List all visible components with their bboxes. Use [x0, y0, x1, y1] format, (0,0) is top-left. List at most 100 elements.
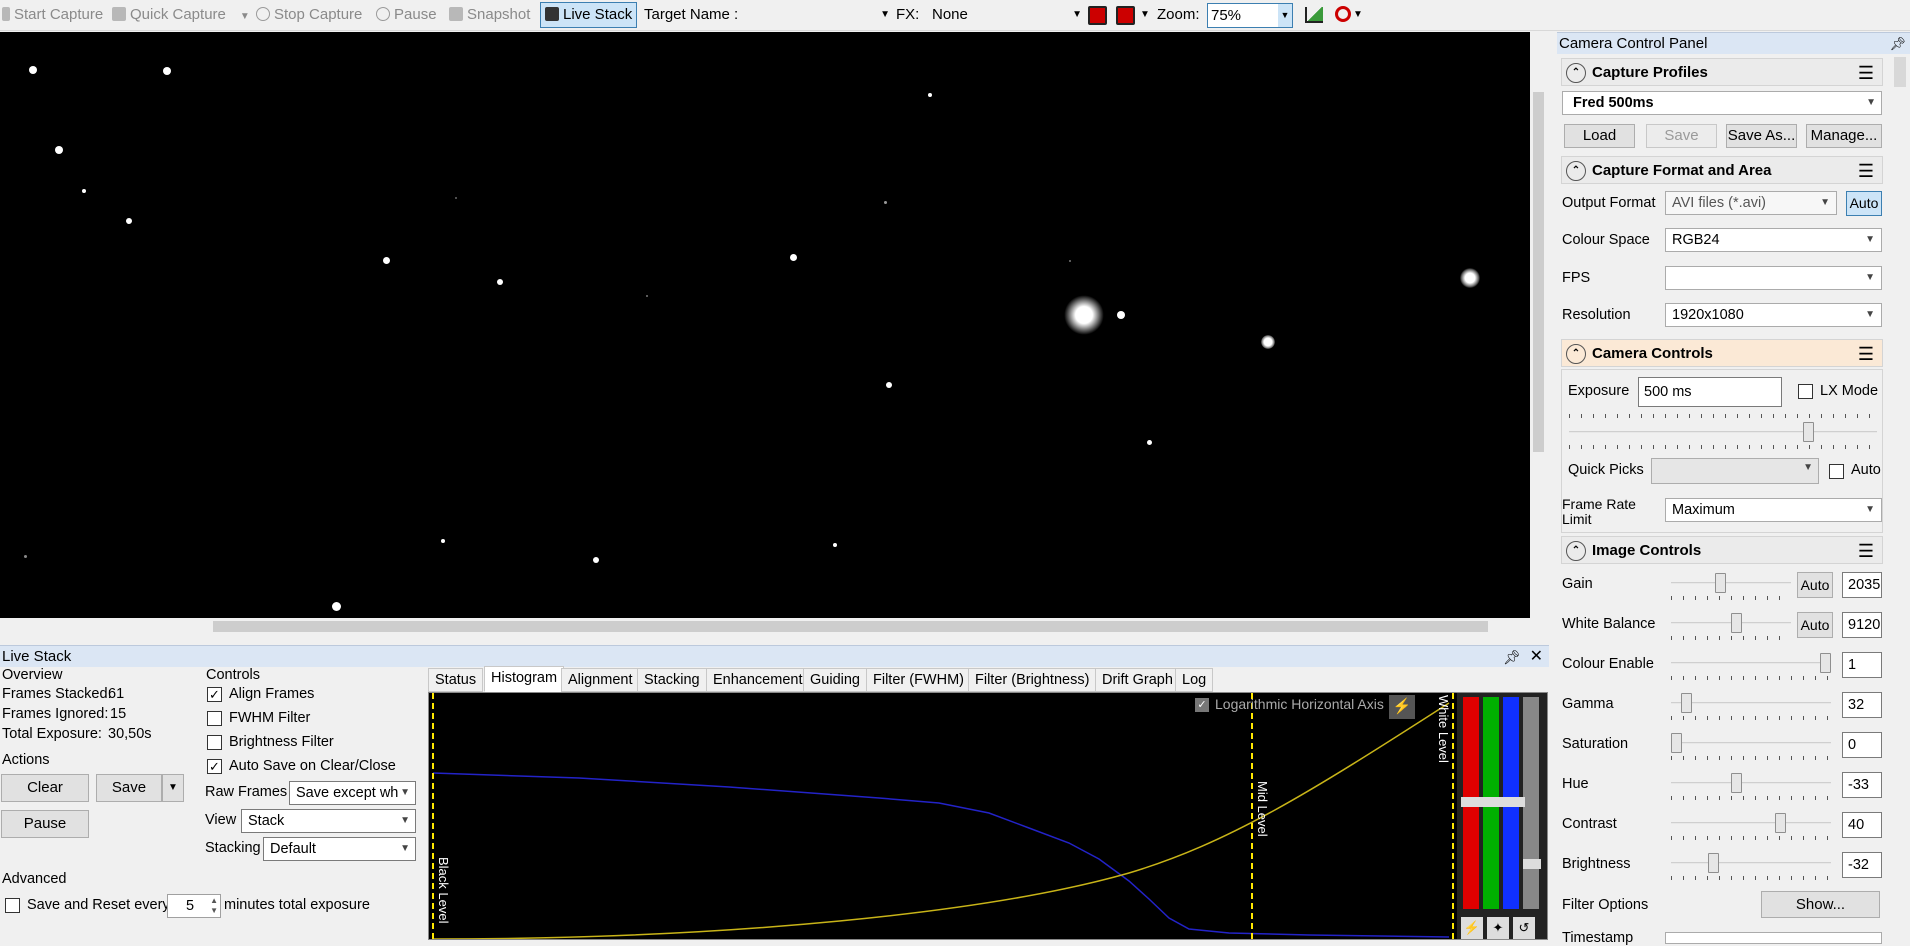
gamma-slider-thumb[interactable] — [1681, 693, 1693, 713]
collapse-icon[interactable]: ⌃ — [1566, 344, 1586, 364]
image-controls-header[interactable]: ⌃ Image Controls ☰ — [1561, 536, 1883, 564]
gamma-value[interactable]: 32 — [1842, 692, 1882, 718]
tab-histogram[interactable]: Histogram — [484, 666, 565, 692]
brightness-filter-checkbox[interactable] — [207, 735, 222, 750]
saturation-value[interactable]: 0 — [1842, 732, 1882, 758]
auto-stretch-icon[interactable]: ⚡ — [1389, 695, 1415, 719]
collapse-icon[interactable]: ⌃ — [1566, 541, 1586, 561]
frame-rate-limit-combo[interactable]: Maximum ▼ — [1665, 498, 1882, 522]
auto-save-checkbox[interactable]: ✓ — [207, 759, 222, 774]
align-frames-checkbox[interactable]: ✓ — [207, 687, 222, 702]
filter-options-show-button[interactable]: Show... — [1761, 891, 1880, 918]
scrollbar-thumb[interactable] — [213, 621, 1488, 632]
exposure-slider[interactable] — [1569, 431, 1877, 433]
start-capture-button[interactable]: Start Capture — [2, 4, 103, 26]
gamma-slider[interactable] — [1671, 702, 1831, 704]
collapse-icon[interactable]: ⌃ — [1566, 161, 1586, 181]
brightness-slider[interactable] — [1671, 862, 1831, 864]
gain-auto-button[interactable]: Auto — [1797, 572, 1833, 598]
raw-frames-combo[interactable]: Save except wh ▼ — [289, 781, 416, 805]
hue-slider[interactable] — [1671, 782, 1831, 784]
capture-format-header[interactable]: ⌃ Capture Format and Area ☰ — [1561, 156, 1883, 184]
stacking-combo[interactable]: Default ▼ — [263, 837, 416, 861]
close-icon[interactable]: ✕ — [1530, 646, 1543, 668]
tab-status[interactable]: Status — [428, 668, 484, 692]
tab-stacking[interactable]: Stacking — [637, 668, 707, 692]
white-balance-slider-thumb[interactable] — [1730, 613, 1742, 633]
image-preview[interactable] — [0, 32, 1530, 618]
colour-enable-slider-thumb[interactable] — [1820, 653, 1831, 673]
fx-combo[interactable]: None ▼ — [932, 4, 1082, 26]
slider-thumb[interactable] — [1461, 797, 1525, 807]
collapse-icon[interactable]: ⌃ — [1566, 63, 1586, 83]
snapshot-button[interactable]: Snapshot — [449, 4, 530, 26]
resolution-combo[interactable]: 1920x1080 ▼ — [1665, 303, 1882, 327]
chevron-down-icon[interactable]: ▼ — [1353, 4, 1363, 26]
exposure-slider-thumb[interactable] — [1803, 422, 1814, 442]
reticle-icon[interactable] — [1088, 6, 1107, 25]
menu-icon[interactable]: ☰ — [1858, 157, 1874, 185]
tab-filter-fwhm[interactable]: Filter (FWHM) — [866, 668, 972, 692]
tab-filter-brightness[interactable]: Filter (Brightness) — [968, 668, 1097, 692]
tab-enhancement[interactable]: Enhancement — [706, 668, 810, 692]
crosshair-icon[interactable] — [1116, 6, 1135, 25]
histogram-icon[interactable] — [1305, 7, 1323, 23]
exposure-input[interactable]: 500 ms — [1638, 377, 1782, 407]
colour-enable-slider[interactable] — [1671, 662, 1831, 664]
pause-stack-button[interactable]: Pause — [1, 810, 89, 838]
menu-icon[interactable]: ☰ — [1858, 340, 1874, 368]
panel-scrollbar[interactable] — [1890, 55, 1910, 944]
save-profile-button[interactable]: Save — [1646, 124, 1717, 148]
saturation-slider[interactable] — [1671, 742, 1831, 744]
zoom-combo[interactable]: 75% ▼ — [1207, 3, 1293, 28]
white-balance-value[interactable]: 9120 — [1842, 612, 1882, 638]
contrast-slider[interactable] — [1671, 822, 1831, 824]
menu-icon[interactable]: ☰ — [1858, 59, 1874, 87]
hue-slider-thumb[interactable] — [1730, 773, 1742, 793]
chevron-down-icon[interactable]: ▼ — [1140, 4, 1150, 26]
timestamp-combo[interactable] — [1665, 932, 1882, 944]
zoom-tool-icon[interactable] — [1335, 6, 1351, 22]
lx-mode-checkbox[interactable] — [1798, 384, 1813, 399]
pause-button[interactable]: Pause — [376, 4, 437, 26]
save-as-profile-button[interactable]: Save As... — [1726, 124, 1797, 148]
white-balance-auto-button[interactable]: Auto — [1797, 612, 1833, 638]
reset-icon[interactable]: ↺ — [1513, 917, 1535, 939]
tab-drift-graph[interactable]: Drift Graph — [1095, 668, 1180, 692]
lightning-icon[interactable]: ⚡ — [1461, 917, 1483, 939]
capture-profiles-header[interactable]: ⌃ Capture Profiles ☰ — [1561, 58, 1883, 86]
save-dropdown-button[interactable]: ▼ — [162, 774, 184, 802]
camera-controls-header[interactable]: ⌃ Camera Controls ☰ — [1561, 339, 1883, 367]
live-stack-button[interactable]: Live Stack — [540, 2, 638, 28]
scrollbar-thumb[interactable] — [1894, 57, 1906, 87]
tab-log[interactable]: Log — [1175, 668, 1214, 692]
scrollbar-thumb[interactable] — [1533, 92, 1544, 452]
histogram-panel[interactable]: Black Level Mid Level White Level ✓ Loga… — [428, 692, 1548, 940]
brightness-slider-thumb[interactable] — [1708, 853, 1720, 873]
output-format-combo[interactable]: AVI files (*.avi) ▼ — [1665, 191, 1837, 215]
gain-slider[interactable] — [1671, 582, 1791, 584]
stop-capture-button[interactable]: Stop Capture — [256, 4, 362, 26]
pin-icon[interactable]: 📌︎ — [1889, 33, 1906, 55]
save-reset-minutes-spinner[interactable]: 5 ▲ ▼ — [167, 894, 221, 918]
save-reset-checkbox[interactable] — [5, 898, 20, 913]
pin-icon[interactable]: 📌︎ — [1503, 646, 1521, 668]
tab-guiding[interactable]: Guiding — [803, 668, 867, 692]
clear-button[interactable]: Clear — [1, 774, 89, 802]
luminance-slider[interactable] — [1523, 697, 1539, 909]
contrast-slider-thumb[interactable] — [1775, 813, 1787, 833]
brightness-value[interactable]: -32 — [1842, 852, 1882, 878]
output-format-auto-button[interactable]: Auto — [1846, 191, 1882, 216]
quick-picks-auto-checkbox[interactable] — [1829, 464, 1844, 479]
load-profile-button[interactable]: Load — [1564, 124, 1635, 148]
quick-picks-combo[interactable]: ▼ — [1651, 458, 1819, 484]
gain-value[interactable]: 2035 — [1842, 572, 1882, 598]
horizontal-scrollbar[interactable] — [0, 618, 1530, 635]
target-name-combo[interactable]: ▼ — [740, 4, 890, 26]
profile-combo[interactable]: Fred 500ms ▼ — [1562, 91, 1882, 115]
colour-space-combo[interactable]: RGB24 ▼ — [1665, 228, 1882, 252]
fps-combo[interactable]: ▼ — [1665, 266, 1882, 290]
tab-alignment[interactable]: Alignment — [561, 668, 640, 692]
menu-icon[interactable]: ☰ — [1858, 537, 1874, 565]
saturation-slider-thumb[interactable] — [1671, 733, 1682, 753]
